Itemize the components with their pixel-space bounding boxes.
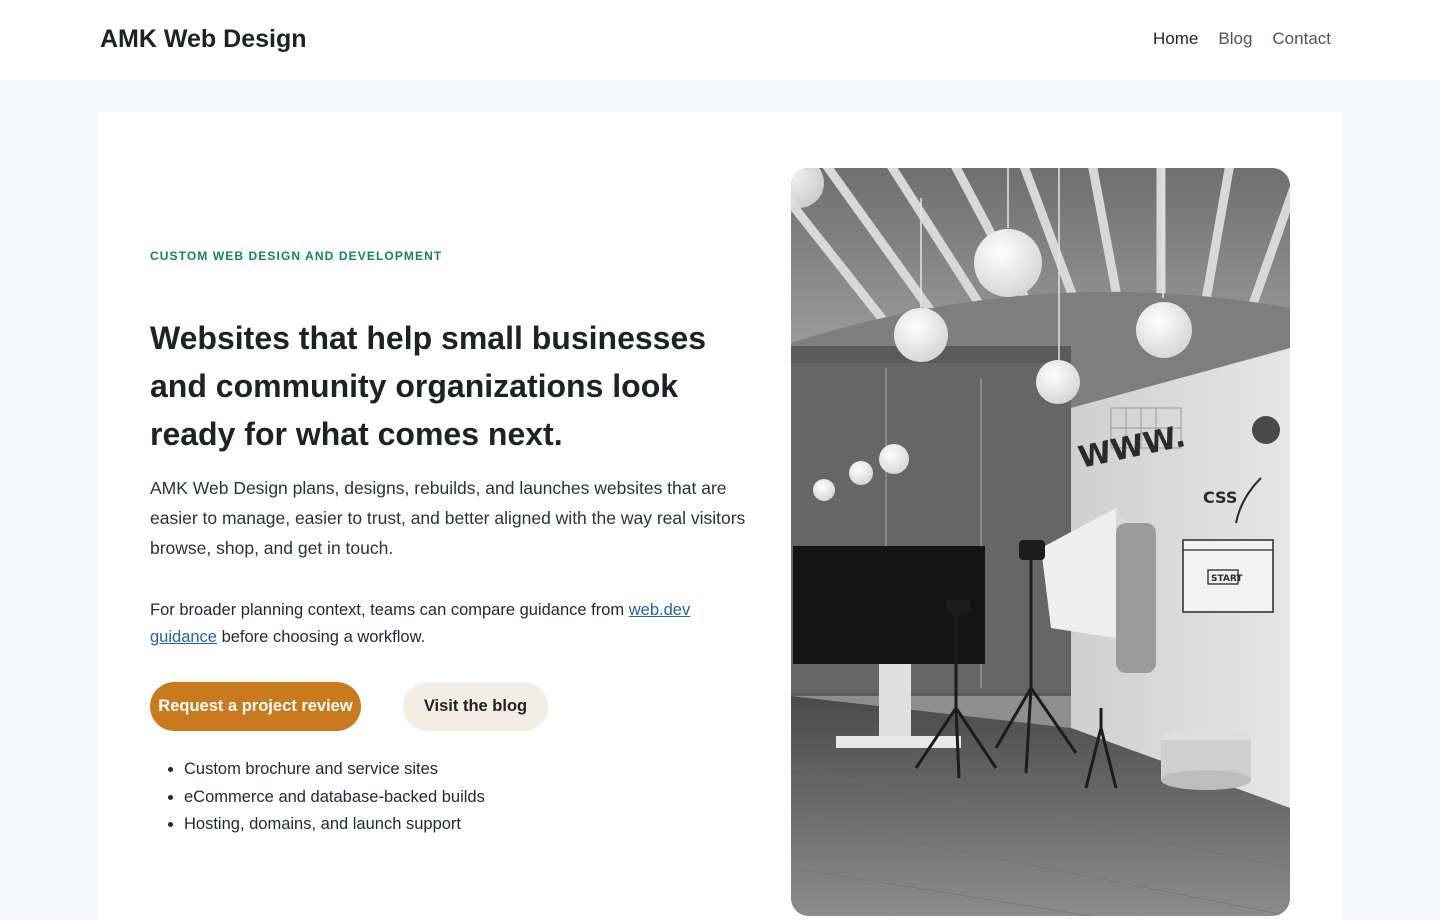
- list-item: Custom brochure and service sites: [184, 756, 684, 784]
- hero-lede: AMK Web Design plans, designs, rebuilds,…: [150, 478, 746, 558]
- svg-text:CSS: CSS: [1203, 488, 1237, 507]
- planning-context: For broader planning context, teams can …: [150, 597, 740, 651]
- nav-blog-link[interactable]: Blog: [1218, 29, 1252, 49]
- studio-photo-image: WWW. CSS START: [791, 168, 1290, 916]
- list-item: eCommerce and database-backed builds: [184, 784, 684, 812]
- main-nav: Home Blog Contact: [1153, 29, 1331, 49]
- site-logo[interactable]: AMK Web Design: [100, 24, 307, 54]
- studio-photo-illustration: WWW. CSS START: [791, 168, 1290, 916]
- hero-headline: Websites that help small businesses and …: [150, 320, 707, 452]
- context-text-after: before choosing a workflow.: [216, 628, 426, 646]
- nav-contact-link[interactable]: Contact: [1272, 29, 1331, 49]
- svg-text:START: START: [1211, 574, 1243, 584]
- feature-list: Custom brochure and service sites eComme…: [184, 756, 684, 839]
- list-item: Hosting, domains, and launch support: [184, 811, 684, 839]
- request-review-button[interactable]: Request a project review: [150, 682, 361, 731]
- hero-card: CUSTOM WEB DESIGN AND DEVELOPMENT Websit…: [99, 112, 1341, 920]
- hero-eyebrow: CUSTOM WEB DESIGN AND DEVELOPMENT: [150, 249, 443, 263]
- context-text-before: For broader planning context, teams can …: [150, 601, 629, 619]
- site-header: AMK Web Design Home Blog Contact: [0, 0, 1440, 80]
- nav-home-link[interactable]: Home: [1153, 29, 1198, 49]
- visit-blog-button[interactable]: Visit the blog: [403, 682, 548, 731]
